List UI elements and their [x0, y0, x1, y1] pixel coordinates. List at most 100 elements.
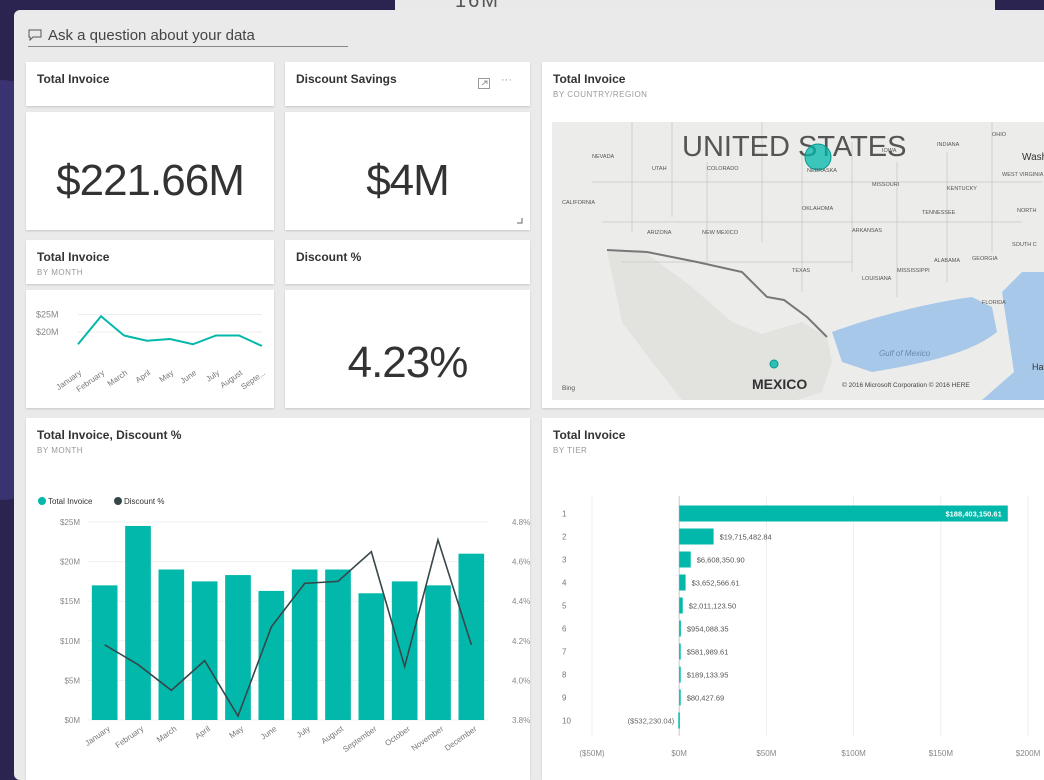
map-state-label: ALABAMA [934, 258, 960, 264]
x-tick-label: $50M [756, 749, 776, 758]
x-tick-label: November [410, 724, 446, 753]
invoice-by-month-chart: $25M$20MJanuaryFebruary March April May June… [36, 310, 267, 395]
invoice-bar[interactable] [125, 525, 151, 720]
map-label-mexico: MEXICO [752, 376, 807, 392]
tile-title: Discount Savings [296, 72, 397, 86]
invoice-bar[interactable] [425, 585, 451, 720]
tile-total-invoice[interactable]: $221.66M [26, 112, 274, 230]
y-tick-label: $5M [64, 676, 80, 685]
x-tick-label: August [320, 724, 346, 746]
category-label: 8 [562, 671, 567, 680]
tile-invoice-by-month[interactable]: $25M $20M January February March April May June… [26, 290, 274, 408]
tier-bar[interactable] [679, 597, 683, 614]
map-state-label: NEBRASKA [807, 168, 837, 174]
tile-invoice-by-month-header[interactable]: Total Invoice BY MONTH [26, 240, 274, 284]
map-bubble-mexico[interactable] [769, 359, 779, 369]
invoice-line[interactable] [77, 314, 263, 347]
tier-bar[interactable] [679, 574, 686, 591]
category-label: 3 [562, 556, 567, 565]
y-tick-label: $0M [64, 716, 80, 725]
tier-bar[interactable] [679, 528, 714, 545]
tier-bar[interactable] [679, 643, 681, 660]
data-label: ($532,230.04) [628, 717, 675, 726]
x-tick-label: March [155, 724, 178, 744]
tile-title: Total Invoice [37, 72, 110, 86]
tile-discount-savings-header[interactable]: Discount Savings ··· [285, 62, 530, 106]
tier-chart[interactable]: ($50M) $0M $50M $100M $150M $200M 1 $188,403,15… [542, 418, 1044, 780]
map-state-label: TEXAS [792, 268, 810, 274]
x-tick-label: June [179, 368, 199, 386]
x-tick-label: April [194, 724, 212, 741]
tile-discount-pct-header[interactable]: Discount % [285, 240, 530, 284]
invoice-bar[interactable] [225, 575, 251, 720]
invoice-bar[interactable] [158, 569, 185, 720]
data-label: $3,652,566.61 [692, 579, 740, 588]
map-label-washington: Washing [1022, 152, 1044, 163]
map-visual[interactable]: UNITED STATES MEXICO Gulf of Mexico © 20… [552, 122, 1044, 400]
data-label: $954,088.35 [687, 625, 729, 634]
data-label: $188,403,150.61 [945, 510, 1001, 519]
tile-title: Total Invoice [553, 72, 626, 86]
map-state-label: ARKANSAS [852, 228, 882, 234]
focus-mode-icon[interactable] [478, 78, 490, 89]
tile-discount-pct[interactable]: 4.23% [285, 290, 530, 408]
invoice-bar[interactable] [391, 581, 418, 720]
map-state-label: OHIO [992, 132, 1007, 138]
map-state-label: OKLAHOMA [802, 206, 834, 212]
tier-bar[interactable] [679, 666, 681, 683]
tile-discount-savings[interactable]: $4M [285, 112, 530, 230]
resize-handle-icon[interactable] [517, 218, 523, 224]
y-tick-label: $25M [60, 518, 80, 527]
x-tick-label: July [295, 724, 312, 740]
more-options-icon[interactable]: ··· [501, 74, 512, 86]
dashboard-panel: Ask a question about your data Total Inv… [14, 10, 1044, 780]
tile-map[interactable]: Total Invoice BY COUNTRY/REGION UNITED S… [542, 62, 1044, 408]
tile-total-invoice-header[interactable]: Total Invoice [26, 62, 274, 106]
y-tick-label: $15M [60, 597, 80, 606]
invoice-bar[interactable] [325, 569, 351, 720]
discount-pct-value: 4.23% [347, 338, 469, 387]
tile-combo-chart[interactable]: Total Invoice, Discount % BY MONTH Total… [26, 418, 530, 780]
invoice-bar[interactable] [358, 593, 385, 720]
invoice-bar[interactable] [458, 553, 485, 720]
qa-placeholder: Ask a question about your data [48, 26, 255, 44]
data-label: $6,608,350.90 [697, 556, 745, 565]
map-state-label: MISSISSIPPI [897, 268, 930, 274]
map-state-label: TENNESSEE [922, 210, 956, 216]
combo-chart[interactable]: Total Invoice Discount % $0M $5M $10M $15M $20… [26, 418, 530, 780]
y-tick-label: $10M [60, 637, 80, 646]
map-state-label: WEST VIRGINIA [1002, 172, 1044, 178]
qa-box[interactable]: Ask a question about your data [28, 24, 348, 47]
data-label: $80,427.69 [687, 694, 725, 703]
invoice-bar[interactable] [258, 590, 285, 720]
map-label-havana: Havan [1032, 362, 1044, 372]
map-bubble-us[interactable] [804, 143, 832, 171]
discount-savings-value: $4M [366, 156, 450, 205]
tier-bar[interactable] [678, 712, 680, 729]
map-label-gulf: Gulf of Mexico [879, 349, 931, 358]
x-tick-label: $0M [671, 749, 687, 758]
x-tick-label: February [114, 724, 145, 750]
x-tick-label: September [341, 724, 378, 754]
legend-label-invoice: Total Invoice [48, 497, 93, 506]
invoice-bar[interactable] [91, 585, 118, 720]
tier-bar[interactable] [679, 620, 681, 637]
x-tick-label: April [134, 368, 152, 385]
x-tick-label: $150M [929, 749, 954, 758]
invoice-bar[interactable] [191, 581, 218, 720]
tile-tier-chart[interactable]: Total Invoice BY TIER ($50M) $0M $50M $100M… [542, 418, 1044, 780]
x-tick-label: June [259, 724, 279, 742]
map-state-label: MISSOURI [872, 182, 900, 188]
invoice-bar[interactable] [291, 569, 318, 720]
map-label-united-states: UNITED STATES [682, 131, 907, 163]
tier-bar[interactable] [679, 551, 691, 568]
map-state-label: FLORIDA [982, 300, 1006, 306]
legend-dot-discount [114, 497, 122, 505]
category-label: 9 [562, 694, 567, 703]
category-label: 7 [562, 648, 567, 657]
map-state-label: LOUISIANA [862, 276, 892, 282]
tile-title: Discount % [296, 250, 362, 264]
tile-title: Total Invoice [37, 250, 110, 264]
tier-bar[interactable] [679, 689, 681, 706]
y-tick-label-right: 4.4% [512, 597, 530, 606]
